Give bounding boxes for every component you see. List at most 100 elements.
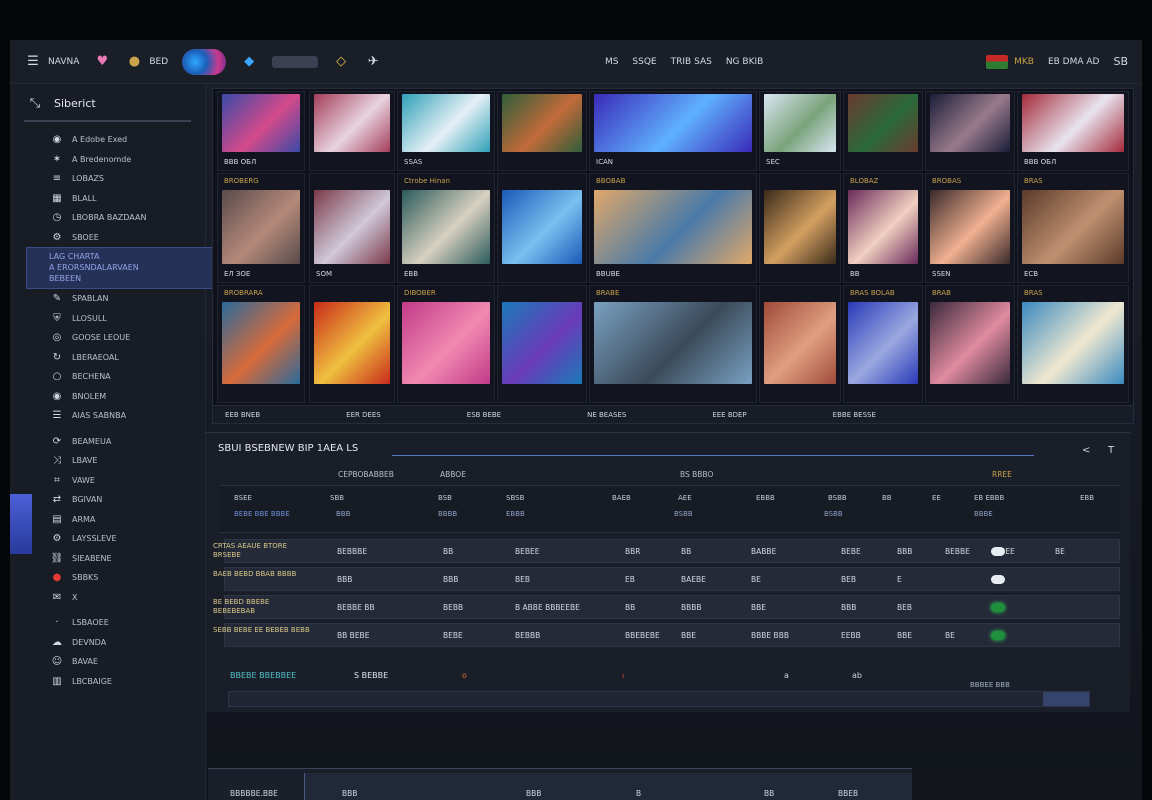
nav-item-ng[interactable]: NG BKIB [726, 57, 763, 67]
sidebar-item-18[interactable]: ⌗ VAWE [10, 471, 205, 491]
bottom-cell[interactable]: BBB [342, 789, 357, 798]
coin-button[interactable]: ● BED [125, 53, 168, 71]
status-toggle[interactable] [991, 575, 1005, 584]
sidebar-item-13[interactable]: ○ BECHENA [10, 367, 205, 387]
bottom-table-selection[interactable] [304, 773, 912, 800]
summary-prev-button[interactable]: < [1082, 445, 1090, 456]
notification-count[interactable]: SB [1113, 55, 1128, 68]
media-tile[interactable] [843, 91, 923, 171]
grid-footer-item[interactable]: EBBE BESSE [825, 411, 884, 419]
media-tile[interactable]: BRAS ЕСВ [1017, 173, 1129, 283]
table-row[interactable]: CRTAS AEAUE BTORE BRSEBE BEBBBE BB BEBEE BBR… [213, 539, 1120, 563]
sidebar-item-0[interactable]: ◉ A Edobe Exed [10, 130, 205, 150]
heart-logo-icon: ♥ [96, 54, 109, 69]
bottom-cell[interactable]: B [636, 789, 641, 798]
sidebar-item-16[interactable]: ⟳ BEAMEUA [10, 432, 205, 452]
table-row[interactable]: BAEB BEBD BBAB BBBB BBB BBB BEB EB BAEBE BE BEB… [213, 567, 1120, 591]
sidebar-item-22[interactable]: ⛓ SIEABENE [10, 549, 205, 569]
bottom-cell[interactable]: BB [764, 789, 774, 798]
sidebar-item-11[interactable]: ◎ GOOSE LEOUE [10, 328, 205, 348]
media-tile[interactable]: BRAS [1017, 285, 1129, 403]
media-tile[interactable] [497, 285, 587, 403]
bottom-cell[interactable]: BBBBBE.BBE [230, 789, 278, 798]
sidebar-item-5[interactable]: ⚙ SBOEE [10, 228, 205, 248]
sidebar-item-12[interactable]: ↻ LBERAEOAL [10, 348, 205, 368]
sidebar-item-10[interactable]: ⛨ LLOSULL [10, 309, 205, 329]
column-header[interactable]: ABBOE [440, 470, 466, 479]
media-tile[interactable]: BRAS BOLAB [843, 285, 923, 403]
media-tile[interactable]: BROBERG ЕЛ ЗОЕ [217, 173, 305, 283]
grid-footer-item[interactable]: NE BEASES [579, 411, 634, 419]
heart-logo-button[interactable]: ♥ [93, 53, 111, 71]
media-tile[interactable]: SEC [759, 91, 841, 171]
search-pill[interactable] [272, 55, 319, 68]
media-tile[interactable] [759, 285, 841, 403]
sidebar-item-15[interactable]: ☰ AIAS SABNBA [10, 406, 205, 426]
table-row[interactable]: BE BEBD BBEBE BEBEBEBAB BEBBE BB BEBB B ABB… [213, 595, 1120, 619]
media-tile[interactable] [925, 91, 1015, 171]
media-tile[interactable]: ВВВ ОБЛ [217, 91, 305, 171]
media-tile[interactable]: BROBRARA [217, 285, 305, 403]
sidebar-item-3[interactable]: ▦ BLALL [10, 189, 205, 209]
media-tile[interactable] [497, 91, 587, 171]
sidebar-item-2[interactable]: ≡ LOBAZS [10, 169, 205, 189]
media-tile[interactable] [309, 91, 395, 171]
nav-item-trib[interactable]: TRIB SAS [671, 57, 712, 67]
sidebar-item-active[interactable]: LAG CHARTA A ERORSNDALARVAEN BEBEEN [26, 247, 213, 289]
media-tile[interactable]: SOM [309, 173, 395, 283]
media-tile[interactable]: BROBAS SSEN [925, 173, 1015, 283]
media-tile[interactable]: ICAN [589, 91, 757, 171]
nav-item-ssqe[interactable]: SSQE [632, 57, 656, 67]
media-tile[interactable]: ВВВ ОБЛ [1017, 91, 1129, 171]
sidebar-item-23[interactable]: ● SBBKS [10, 568, 205, 588]
media-tile[interactable] [759, 173, 841, 283]
media-tile[interactable]: BRABE [589, 285, 757, 403]
media-tile[interactable]: DIBOBER [397, 285, 495, 403]
status-toggle[interactable] [991, 547, 1005, 556]
grid-footer-item[interactable]: ESB BEBE [459, 411, 509, 419]
media-tile[interactable]: BBOBAB BBUBE [589, 173, 757, 283]
media-tile[interactable] [309, 285, 395, 403]
nav-item-ms[interactable]: MS [605, 57, 618, 67]
sidebar-item-20[interactable]: ▤ ARMA [10, 510, 205, 530]
media-tile[interactable] [497, 173, 587, 283]
menu-button[interactable]: ☰ NAVNA [24, 53, 79, 71]
progress-bar[interactable] [228, 691, 1090, 707]
sidebar-item-9[interactable]: ✎ SPABLAN [10, 289, 205, 309]
sidebar-item-24[interactable]: ✉ X [10, 588, 205, 608]
sidebar-item-14[interactable]: ◉ BNOLEM [10, 387, 205, 407]
summary-toggle-button[interactable]: T [1108, 445, 1114, 456]
status-toggle[interactable] [991, 603, 1005, 612]
account-menu[interactable]: EB DMA AD [1048, 57, 1100, 67]
sidebar-item-4[interactable]: ◷ LBOBRA BAZDAAN [10, 208, 205, 228]
status-toggle[interactable] [991, 631, 1005, 640]
sidebar-item-1[interactable]: ✶ A Bredenomde [10, 150, 205, 170]
media-tile[interactable]: SSAS [397, 91, 495, 171]
column-header[interactable]: CEPBOBABBEB [338, 470, 394, 479]
diamond-icon[interactable]: ◇ [332, 53, 350, 71]
sidebar-item-17[interactable]: ⤨ LBAVE [10, 451, 205, 471]
grid-footer-item[interactable]: EEE BDEP [704, 411, 754, 419]
sidebar-item-27[interactable]: ☺ BAVAE [10, 652, 205, 672]
column-header[interactable]: RREE [992, 470, 1012, 479]
media-tile[interactable]: BRAB [925, 285, 1015, 403]
table-row[interactable]: SEBB BEBE EE BEBEB BEBB BB BEBE BEBE BEBBB B… [213, 623, 1120, 647]
sidebar-item-25[interactable]: · LSBAOEE [10, 613, 205, 633]
region-selector[interactable]: MKB [986, 54, 1034, 69]
pin-icon[interactable]: ◆ [240, 53, 258, 71]
bird-icon[interactable]: ✈ [364, 53, 382, 71]
bottom-cell[interactable]: BBEB [838, 789, 858, 798]
media-tile[interactable]: Ctrobe Hinan ЕВВ [397, 173, 495, 283]
grid-footer-item[interactable]: EEB BNEB [217, 411, 268, 419]
sidebar-item-28[interactable]: ▥ LBCBAIGE [10, 672, 205, 692]
sidebar-item-19[interactable]: ⇄ BGIVAN [10, 490, 205, 510]
collapse-icon[interactable]: ⤡ [26, 94, 44, 112]
brand-logo[interactable] [182, 48, 227, 75]
sidebar-item-21[interactable]: ⚙ LAYSSLEVE [10, 529, 205, 549]
media-tile[interactable]: BLOBAZ ВВ [843, 173, 923, 283]
column-header[interactable]: BS BBBO [680, 470, 713, 479]
bottom-cell[interactable]: BBB [526, 789, 541, 798]
sidebar-item-26[interactable]: ☁ DEVNDA [10, 633, 205, 653]
topbar-left: ☰ NAVNA ♥ ● BED ◆ ◇ ✈ [24, 48, 382, 75]
grid-footer-item[interactable]: EER DEES [338, 411, 389, 419]
